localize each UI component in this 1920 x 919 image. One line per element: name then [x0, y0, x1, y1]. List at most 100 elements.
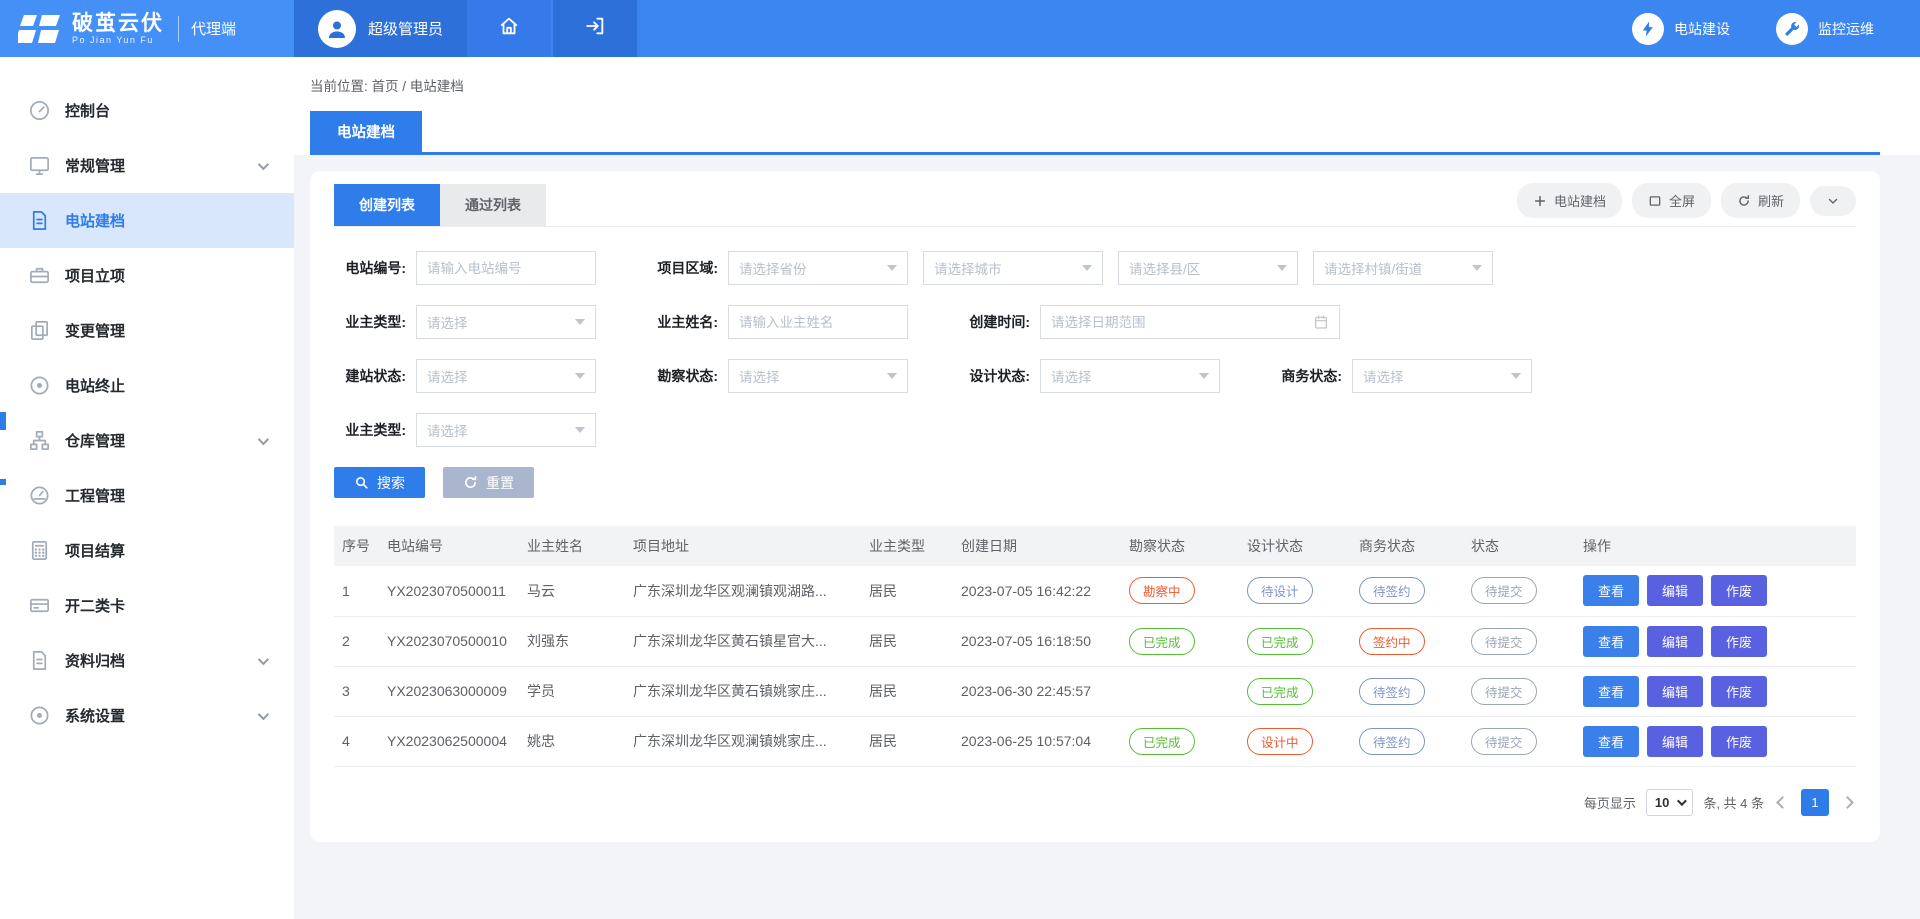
sidebar-item-label: 开二类卡 [65, 595, 125, 616]
filter-date-range[interactable] [1040, 305, 1340, 339]
chevron-down-icon [1677, 796, 1687, 806]
sidebar-scrollbar-thumb[interactable] [0, 412, 6, 430]
status-badge: 待提交 [1471, 577, 1537, 604]
tab-passed-list[interactable]: 通过列表 [440, 184, 546, 226]
fullscreen-icon [1648, 194, 1662, 208]
view-button[interactable]: 查看 [1583, 676, 1639, 707]
gauge-icon [28, 484, 51, 507]
void-button[interactable]: 作废 [1711, 575, 1767, 606]
filter-select-请选择省份[interactable]: 请选择省份 [728, 251, 908, 285]
chevron-down-icon [258, 708, 269, 719]
tab-create-list[interactable]: 创建列表 [334, 184, 440, 226]
avatar [318, 10, 356, 48]
select-placeholder: 请选择县/区 [1129, 258, 1200, 278]
filter-select-请选择[interactable]: 请选择 [416, 305, 596, 339]
sidebar-item-常规管理[interactable]: 常规管理 [0, 138, 294, 193]
sidebar-item-label: 项目立项 [65, 265, 125, 286]
sidebar-item-项目结算[interactable]: 项目结算 [0, 523, 294, 578]
edit-button[interactable]: 编辑 [1647, 626, 1703, 657]
sidebar-item-label: 电站建档 [65, 210, 125, 231]
filter-input-业主姓名:[interactable] [728, 305, 908, 339]
user-name: 超级管理员 [368, 18, 443, 39]
select-placeholder: 请选择村镇/街道 [1324, 258, 1422, 278]
per-page-select[interactable]: 10 [1646, 789, 1693, 816]
prev-page-button[interactable] [1776, 796, 1789, 809]
view-button[interactable]: 查看 [1583, 626, 1639, 657]
void-button[interactable]: 作废 [1711, 626, 1767, 657]
date-range-input[interactable] [1051, 315, 1313, 330]
view-button[interactable]: 查看 [1583, 575, 1639, 606]
status-cell: 待提交 [1463, 716, 1575, 766]
filter-select-请选择村镇/街道[interactable]: 请选择村镇/街道 [1313, 251, 1493, 285]
sidebar-item-变更管理[interactable]: 变更管理 [0, 303, 294, 358]
next-page-button[interactable] [1841, 796, 1854, 809]
column-header-序号: 序号 [334, 526, 379, 566]
user-menu[interactable]: 超级管理员 [294, 0, 467, 57]
sidebar-item-项目立项[interactable]: 项目立项 [0, 248, 294, 303]
status-cell: 签约中 [1351, 616, 1463, 666]
chevron-down-icon [258, 653, 269, 664]
edit-button[interactable]: 编辑 [1647, 575, 1703, 606]
sidebar-item-label: 工程管理 [65, 485, 125, 506]
column-header-创建日期: 创建日期 [953, 526, 1121, 566]
page-number-1[interactable]: 1 [1801, 789, 1829, 816]
table-row: 2YX2023070500010刘强东广东深圳龙华区黄石镇星官大...居民202… [334, 616, 1856, 666]
cell-index: 4 [334, 716, 379, 766]
nav-station-build[interactable]: 电站建设 [1632, 0, 1730, 57]
sidebar-item-控制台[interactable]: 控制台 [0, 83, 294, 138]
table-row: 3YX2023063000009学员广东深圳龙华区黄石镇姚家庄...居民2023… [334, 666, 1856, 716]
status-badge: 待设计 [1247, 577, 1313, 604]
filter-select-请选择[interactable]: 请选择 [416, 359, 596, 393]
toolbar-collapse-button[interactable] [1810, 186, 1856, 216]
brand-name: 破茧云伏 [72, 13, 164, 35]
bolt-icon [1632, 13, 1664, 45]
toolbar-button-全屏[interactable]: 全屏 [1632, 183, 1711, 218]
status-cell: 已完成 [1121, 716, 1239, 766]
sidebar-item-资料归档[interactable]: 资料归档 [0, 633, 294, 688]
sidebar-item-label: 常规管理 [65, 155, 125, 176]
view-button[interactable]: 查看 [1583, 726, 1639, 757]
sidebar-item-电站终止[interactable]: 电站终止 [0, 358, 294, 413]
void-button[interactable]: 作废 [1711, 726, 1767, 757]
sidebar-item-仓库管理[interactable]: 仓库管理 [0, 413, 294, 468]
void-button[interactable]: 作废 [1711, 676, 1767, 707]
text-input[interactable] [739, 315, 897, 330]
nav-monitor-ops[interactable]: 监控运维 [1776, 0, 1874, 57]
filter-label: 业主类型: [334, 420, 406, 440]
text-input[interactable] [427, 261, 585, 276]
toolbar-button-刷新[interactable]: 刷新 [1721, 183, 1800, 218]
sidebar-item-开二类卡[interactable]: 开二类卡 [0, 578, 294, 633]
select-placeholder: 请选择 [1363, 366, 1404, 386]
sidebar-scrollbar-thumb[interactable] [0, 479, 6, 485]
filter-select-请选择城市[interactable]: 请选择城市 [923, 251, 1103, 285]
reset-button[interactable]: 重置 [443, 467, 534, 498]
breadcrumb-path[interactable]: 首页 / 电站建档 [372, 79, 464, 94]
filter-select-请选择[interactable]: 请选择 [728, 359, 908, 393]
cell-address: 广东深圳龙华区黄石镇姚家庄... [625, 666, 861, 716]
cell-created: 2023-07-05 16:42:22 [953, 566, 1121, 616]
sidebar-item-label: 系统设置 [65, 705, 125, 726]
filter-label: 商务状态: [1270, 366, 1342, 386]
filter-select-请选择[interactable]: 请选择 [416, 413, 596, 447]
toolbar-button-电站建档[interactable]: 电站建档 [1517, 183, 1622, 218]
sidebar-item-工程管理[interactable]: 工程管理 [0, 468, 294, 523]
home-button[interactable] [467, 0, 551, 57]
filter-label: 创建时间: [958, 312, 1030, 332]
edit-button[interactable]: 编辑 [1647, 726, 1703, 757]
status-badge: 已完成 [1129, 728, 1195, 755]
filter-select-请选择[interactable]: 请选择 [1040, 359, 1220, 393]
column-header-业主姓名: 业主姓名 [519, 526, 625, 566]
status-cell: 已完成 [1239, 616, 1351, 666]
logout-button[interactable] [553, 0, 637, 57]
cell-address: 广东深圳龙华区观澜镇观湖路... [625, 566, 861, 616]
filter-select-请选择县/区[interactable]: 请选择县/区 [1118, 251, 1298, 285]
page-tab-station-archive[interactable]: 电站建档 [310, 111, 422, 152]
sidebar-item-系统设置[interactable]: 系统设置 [0, 688, 294, 743]
search-button[interactable]: 搜索 [334, 467, 425, 498]
filter-input-电站编号:[interactable] [416, 251, 596, 285]
dashboard-icon [28, 99, 51, 122]
sidebar-item-电站建档[interactable]: 电站建档 [0, 193, 294, 248]
filter-select-请选择[interactable]: 请选择 [1352, 359, 1532, 393]
total-count-text: 条, 共 4 条 [1703, 793, 1764, 812]
edit-button[interactable]: 编辑 [1647, 676, 1703, 707]
